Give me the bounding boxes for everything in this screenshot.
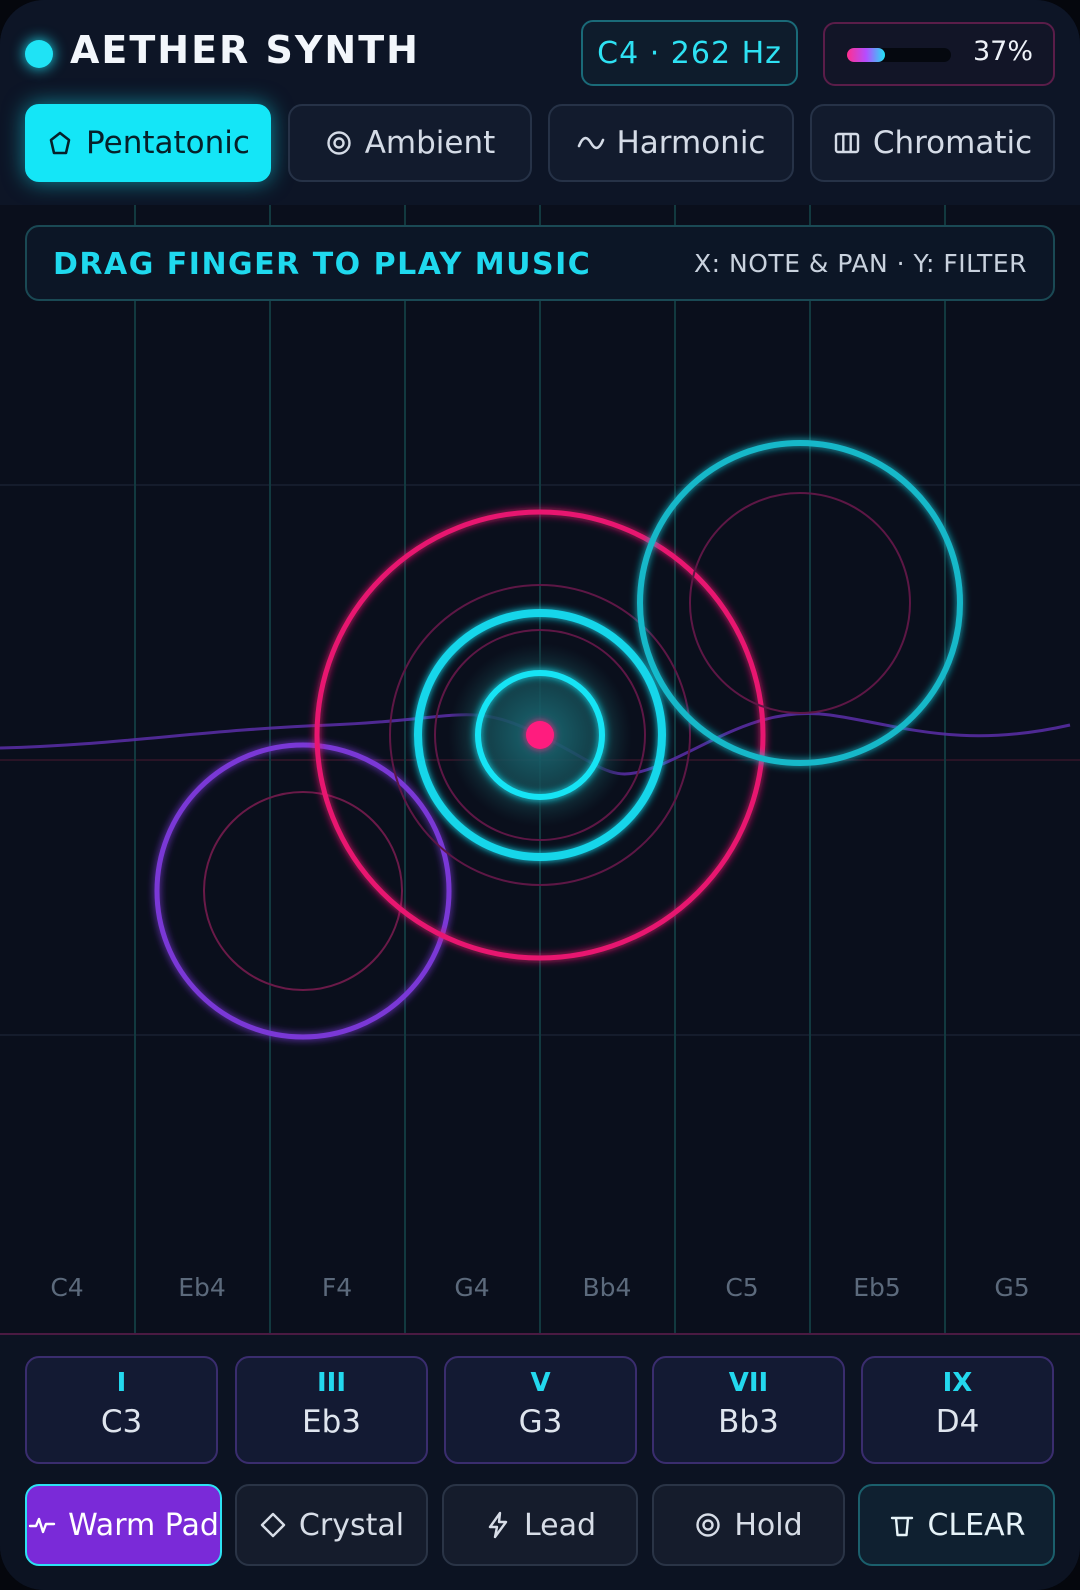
sound-warm-pad-button[interactable]: Warm Pad: [25, 1484, 222, 1566]
note-axis-label: G4: [454, 1273, 490, 1302]
app-title: AETHER SYNTH: [70, 28, 420, 72]
trash-icon: [890, 1516, 913, 1537]
header: AETHER SYNTH C4 · 262 Hz 37% Pentatonic …: [0, 0, 1080, 207]
instruction-banner: DRAG FINGER TO PLAY MUSIC X: NOTE & PAN …: [25, 225, 1055, 301]
chord-note: Eb3: [302, 1404, 361, 1440]
chord-key-ix[interactable]: IX D4: [861, 1356, 1054, 1464]
target-icon: [696, 1513, 721, 1537]
chord-key-v[interactable]: V G3: [444, 1356, 637, 1464]
synth-app: AETHER SYNTH C4 · 262 Hz 37% Pentatonic …: [0, 0, 1080, 1590]
note-axis-label: C4: [50, 1273, 84, 1302]
note-axis-label: G5: [994, 1273, 1030, 1302]
tab-harmonic[interactable]: Harmonic: [548, 104, 794, 182]
note-axis-label: C5: [725, 1273, 759, 1302]
tab-ambient[interactable]: Ambient: [288, 104, 532, 182]
tab-pentatonic[interactable]: Pentatonic: [25, 104, 271, 182]
chord-note: G3: [518, 1404, 563, 1440]
diamond-icon: [260, 1512, 286, 1538]
visualizer-canvas[interactable]: [0, 205, 1080, 1333]
sound-label: Lead: [523, 1507, 597, 1543]
chord-key-iii[interactable]: III Eb3: [235, 1356, 428, 1464]
chord-degree: V: [530, 1368, 551, 1398]
piano-keys-icon: [834, 132, 860, 154]
status-indicator: [25, 40, 53, 68]
pentagon-icon: [49, 131, 71, 155]
volume-control[interactable]: 37%: [823, 22, 1055, 86]
volume-slider-fill: [847, 48, 886, 62]
sound-label: Warm Pad: [68, 1507, 219, 1543]
volume-percentage: 37%: [972, 36, 1033, 67]
chord-key-i[interactable]: I C3: [25, 1356, 218, 1464]
instruction-title: DRAG FINGER TO PLAY MUSIC: [53, 247, 592, 282]
ripple-ring-inner: [203, 791, 403, 991]
tab-chromatic[interactable]: Chromatic: [810, 104, 1055, 182]
tab-label: Ambient: [364, 125, 496, 161]
target-icon: [327, 131, 351, 155]
touch-point: [526, 721, 554, 749]
volume-slider-track[interactable]: [847, 48, 951, 62]
ripple-ring-inner: [689, 492, 911, 714]
note-axis-label: Eb4: [178, 1273, 226, 1302]
chord-degree: I: [116, 1368, 127, 1398]
sound-lead-button[interactable]: Lead: [442, 1484, 638, 1566]
sound-label: Hold: [734, 1507, 803, 1543]
chord-degree: VII: [728, 1368, 769, 1398]
sound-label: CLEAR: [927, 1507, 1026, 1543]
note-axis-label: F4: [321, 1273, 353, 1302]
tab-label: Harmonic: [616, 125, 766, 161]
chord-note: D4: [935, 1404, 980, 1440]
hold-button[interactable]: Hold: [652, 1484, 845, 1566]
chord-degree: IX: [942, 1368, 973, 1398]
note-axis-label: Bb4: [582, 1273, 632, 1302]
tab-label: Pentatonic: [86, 125, 250, 161]
play-surface[interactable]: DRAG FINGER TO PLAY MUSIC X: NOTE & PAN …: [0, 205, 1080, 1333]
tab-label: Chromatic: [872, 125, 1033, 161]
wave-icon: [577, 136, 604, 150]
sound-crystal-button[interactable]: Crystal: [235, 1484, 428, 1566]
current-note-display: C4 · 262 Hz: [581, 20, 798, 86]
sound-label: Crystal: [298, 1507, 405, 1543]
chord-note: Bb3: [718, 1404, 779, 1440]
note-axis-label: Eb5: [853, 1273, 901, 1302]
axis-hint: X: NOTE & PAN · Y: FILTER: [694, 249, 1027, 278]
pulse-icon: [28, 1517, 56, 1534]
chord-key-vii[interactable]: VII Bb3: [652, 1356, 845, 1464]
chord-degree: III: [316, 1368, 347, 1398]
control-panel: I C3 III Eb3 V G3 VII Bb3 IX D4 Warm Pad…: [0, 1333, 1080, 1590]
clear-button[interactable]: CLEAR: [858, 1484, 1055, 1566]
bolt-icon: [488, 1511, 508, 1539]
chord-note: C3: [100, 1404, 143, 1440]
